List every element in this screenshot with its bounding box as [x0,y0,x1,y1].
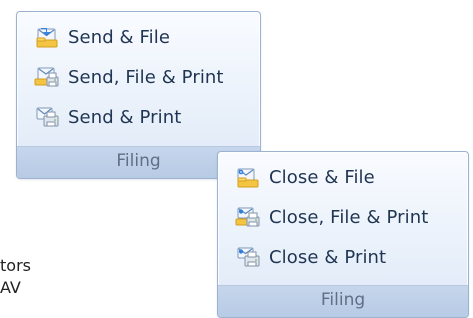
send-file-print-label: Send, File & Print [68,67,224,88]
close-file-print-button[interactable]: Close, File & Print [230,201,458,235]
send-print-label: Send & Print [68,107,182,128]
send-file-print-icon [31,66,62,90]
send-actions-list: Send & File Send, File & Print Send & Pr… [29,21,250,135]
close-actions-list: Close & File Close, File & Print Close &… [230,161,458,275]
background-text-line-1: tors [0,256,31,275]
send-print-button[interactable]: Send & Print [29,101,250,135]
send-file-button[interactable]: Send & File [29,21,250,55]
close-file-print-icon [232,206,263,230]
background-text-line-2: AV [0,278,21,297]
close-print-icon [232,246,263,270]
close-group-footer: Filing [218,285,468,317]
send-print-icon [31,106,62,130]
close-file-print-label: Close, File & Print [269,207,429,228]
close-file-label: Close & File [269,167,375,188]
close-print-label: Close & Print [269,247,387,268]
send-file-icon [31,26,62,50]
send-file-label: Send & File [68,27,171,48]
filing-group-close: Close & File Close, File & Print Close &… [217,151,469,318]
close-file-icon [232,166,263,190]
close-file-button[interactable]: Close & File [230,161,458,195]
close-group-title: Filing [320,290,366,310]
close-print-button[interactable]: Close & Print [230,241,458,275]
send-file-print-button[interactable]: Send, File & Print [29,61,250,95]
